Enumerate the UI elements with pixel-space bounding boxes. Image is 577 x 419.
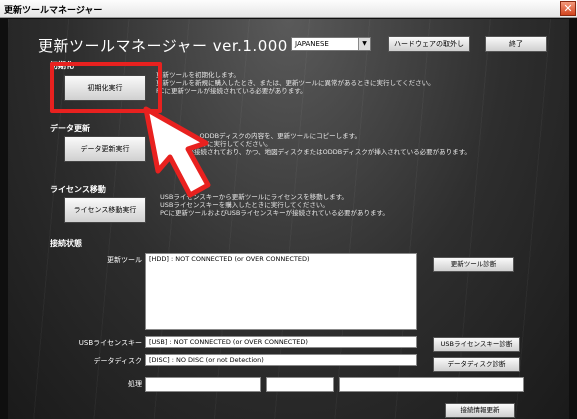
- language-select[interactable]: JAPANESE ▼: [291, 37, 371, 51]
- usb-status-label: USBライセンスキー: [78, 339, 142, 347]
- usb-status-field: [USB] : NOT CONNECTED (or OVER CONNECTED…: [145, 336, 417, 348]
- close-icon: ✕: [563, 2, 573, 15]
- disk-status-field: [DISC] : NO DISC (or not Detection): [145, 354, 417, 366]
- init-description: 更新ツールを初期化します。 更新ツールを新規に購入したとき、または、更新ツールに…: [156, 71, 435, 95]
- app-window: 更新ツールマネージャー ✕ 更新ツールマネージャー ver.1.000 JAPA…: [0, 0, 577, 419]
- tool-status-field: [HDD] : NOT CONNECTED (or OVER CONNECTED…: [145, 253, 417, 330]
- title-bar[interactable]: 更新ツールマネージャー ✕: [0, 0, 577, 18]
- tool-status-label: 更新ツール: [107, 256, 142, 264]
- language-value: JAPANESE: [295, 40, 329, 48]
- connection-section-title: 接続状態: [50, 239, 82, 248]
- hardware-remove-button[interactable]: ハードウェアの取外し: [388, 36, 470, 52]
- chevron-down-icon[interactable]: ▼: [358, 38, 370, 50]
- process-field-3: [339, 377, 524, 392]
- license-execute-button[interactable]: ライセンス移動実行: [64, 197, 146, 223]
- main-panel: 更新ツールマネージャー ver.1.000 JAPANESE ▼ ハードウェアの…: [8, 19, 569, 419]
- process-field-2: [266, 377, 334, 392]
- app-title: 更新ツールマネージャー ver.1.000: [38, 37, 288, 55]
- usb-diagnose-button[interactable]: USBライセンスキー診断: [433, 337, 520, 352]
- disk-status-label: データディスク: [93, 357, 142, 365]
- process-field-1: [145, 377, 261, 392]
- window-title: 更新ツールマネージャー: [4, 6, 103, 16]
- license-section-title: ライセンス移動: [50, 185, 106, 194]
- exit-button[interactable]: 終了: [485, 36, 547, 52]
- data-update-execute-button[interactable]: データ更新実行: [64, 136, 146, 162]
- refresh-connection-button[interactable]: 接続情報更新: [445, 403, 515, 418]
- pointer-arrow-icon: [143, 106, 211, 198]
- tool-diagnose-button[interactable]: 更新ツール診断: [433, 257, 514, 272]
- disk-diagnose-button[interactable]: データディスク診断: [433, 357, 520, 372]
- process-label: 処理: [128, 380, 142, 388]
- close-button[interactable]: ✕: [560, 1, 576, 16]
- data-update-section-title: データ更新: [50, 124, 90, 133]
